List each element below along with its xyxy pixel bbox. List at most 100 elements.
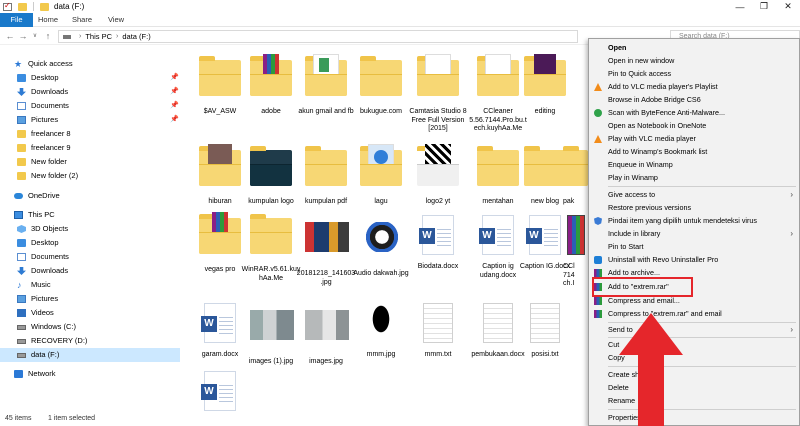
minimize-button[interactable]: — (728, 0, 752, 13)
menu-item-give-access[interactable]: Give access to › (589, 189, 799, 201)
menu-item-adobe-bridge[interactable]: Browse in Adobe Bridge CS6 (589, 94, 799, 106)
file-item[interactable]: Audio dakwah.jpg (351, 212, 411, 279)
file-item[interactable]: adobe (241, 54, 301, 117)
tab-view[interactable]: View (105, 13, 127, 27)
file-item[interactable]: W Biodata.docx (408, 212, 468, 272)
file-item[interactable]: posisi.txt (515, 300, 575, 360)
menu-item-delete[interactable]: Delete (589, 382, 799, 394)
nav-item-network[interactable]: Network (0, 367, 180, 381)
address-box[interactable]: › This PC › data (F:) (58, 30, 578, 43)
up-arrow-icon[interactable]: ↑ (43, 31, 53, 41)
menu-item-pin-quick-access[interactable]: Pin to Quick access (589, 68, 799, 80)
forward-arrow-icon[interactable]: → (18, 31, 28, 41)
nav-item-onedrive[interactable]: OneDrive (0, 189, 180, 203)
menu-separator (608, 366, 796, 367)
nav-item-pictures-pinned[interactable]: Pictures (0, 113, 180, 127)
file-item[interactable]: kumpulan logo (241, 144, 301, 207)
file-item[interactable]: mmm.jpg (351, 300, 411, 360)
nav-item-windows-c[interactable]: Windows (C:) (0, 320, 180, 334)
close-button[interactable]: ✕ (776, 0, 800, 13)
nav-item-3d-objects[interactable]: 3D Objects (0, 222, 180, 236)
file-item[interactable]: kumpulan pdf (296, 144, 356, 207)
file-item[interactable]: 20181218_141603.jpg (296, 212, 356, 287)
nav-item-new-folder[interactable]: New folder (0, 155, 180, 169)
revo-icon (594, 256, 602, 264)
nav-item-documents[interactable]: Documents (0, 250, 180, 264)
file-item[interactable]: images.jpg (296, 300, 356, 367)
file-item[interactable]: logo2 yt (408, 144, 468, 207)
menu-label: Rename (608, 396, 636, 405)
nav-item-quick-access[interactable]: ★ Quick access (0, 57, 180, 71)
nav-item-music[interactable]: ♪ Music (0, 278, 180, 292)
nav-item-data-f[interactable]: data (F:) (0, 348, 180, 362)
menu-item-winamp-enqueue[interactable]: Enqueue in Winamp (589, 159, 799, 171)
menu-item-compress-extrem-email[interactable]: Compress to "extrem.rar" and email (589, 308, 799, 320)
back-arrow-icon[interactable]: ← (5, 31, 15, 41)
menu-item-send-to[interactable]: Send to › (589, 324, 799, 336)
menu-item-vlc-playlist[interactable]: Add to VLC media player's Playlist (589, 81, 799, 93)
pin-icon[interactable]: 📌 (170, 101, 179, 109)
menu-item-properties[interactable]: Properties (589, 412, 799, 424)
menu-item-cut[interactable]: Cut (589, 339, 799, 351)
pictures-icon (17, 116, 26, 124)
menu-label: Play in Winamp (608, 173, 658, 182)
nav-item-freelancer-8[interactable]: freelancer 8 (0, 127, 180, 141)
menu-item-open-new-window[interactable]: Open in new window (589, 55, 799, 67)
nav-item-documents-pinned[interactable]: Documents (0, 99, 180, 113)
new-folder-quick-icon[interactable] (18, 2, 27, 11)
tab-home[interactable]: Home (36, 13, 60, 27)
menu-item-compress-email[interactable]: Compress and email... (589, 295, 799, 307)
pin-icon[interactable]: 📌 (170, 115, 179, 123)
file-item[interactable]: bukugue.com (351, 54, 411, 117)
vlc-icon (594, 135, 602, 143)
menu-item-rename[interactable]: Rename (589, 395, 799, 407)
menu-item-copy[interactable]: Copy (589, 352, 799, 364)
nav-item-desktop-pinned[interactable]: Desktop (0, 71, 180, 85)
menu-item-pin-start[interactable]: Pin to Start (589, 241, 799, 253)
nav-item-recovery-d[interactable]: RECOVERY (D:) (0, 334, 180, 348)
nav-item-pictures[interactable]: Pictures (0, 292, 180, 306)
menu-item-revo-uninstall[interactable]: Uninstall with Revo Uninstaller Pro (589, 254, 799, 266)
file-item[interactable]: CCl 714 ch.I (563, 212, 588, 289)
file-item[interactable]: lagu (351, 144, 411, 207)
menu-item-add-extrem-rar[interactable]: Add to "extrem.rar" (589, 281, 799, 293)
nav-item-desktop[interactable]: Desktop (0, 236, 180, 250)
nav-item-downloads-pinned[interactable]: Downloads (0, 85, 180, 99)
file-item[interactable]: akun gmail and fb (296, 54, 356, 117)
file-item[interactable]: WinRAR.v5.61.kuyhAa.Me (241, 212, 301, 283)
nav-item-this-pc[interactable]: This PC (0, 208, 180, 222)
menu-item-create-shortcut[interactable]: Create shortcut (589, 369, 799, 381)
pin-icon[interactable]: 📌 (170, 87, 179, 95)
nav-item-videos[interactable]: Videos (0, 306, 180, 320)
file-item[interactable]: Camtasia Studio 8 Free Full Version [201… (408, 54, 468, 134)
menu-item-scan-virus[interactable]: Pindai item yang dipilih untuk mendeteks… (589, 215, 799, 227)
menu-item-winamp-play[interactable]: Play in Winamp (589, 172, 799, 184)
menu-item-include-library[interactable]: Include in library › (589, 228, 799, 240)
properties-quick-icon[interactable] (3, 1, 12, 11)
menu-item-add-archive[interactable]: Add to archive... (589, 267, 799, 279)
menu-separator (608, 337, 796, 338)
tab-share[interactable]: Share (70, 13, 94, 27)
tab-file[interactable]: File (0, 13, 33, 27)
file-item[interactable]: images (1).jpg (241, 300, 301, 367)
nav-item-freelancer-9[interactable]: freelancer 9 (0, 141, 180, 155)
restore-button[interactable]: ❐ (752, 0, 776, 13)
file-item[interactable]: editing (515, 54, 575, 117)
menu-item-vlc-play[interactable]: Play with VLC media player (589, 133, 799, 145)
nav-label: Downloads (31, 87, 69, 96)
menu-item-onenote[interactable]: Open as Notebook in OneNote (589, 120, 799, 132)
text-file-icon (483, 303, 513, 343)
menu-item-restore-versions[interactable]: Restore previous versions (589, 202, 799, 214)
menu-item-bytefence[interactable]: Scan with ByteFence Anti-Malware... (589, 107, 799, 119)
file-item[interactable]: pak (563, 144, 588, 207)
nav-item-new-folder-2[interactable]: New folder (2) (0, 169, 180, 183)
folder-icon (40, 2, 49, 11)
menu-item-open[interactable]: Open (589, 42, 799, 54)
breadcrumb-data-f[interactable]: data (F:) (122, 32, 150, 41)
file-item[interactable]: mmm.txt (408, 300, 468, 360)
pin-icon[interactable]: 📌 (170, 73, 179, 81)
recent-dropdown-icon[interactable]: ∨ (30, 31, 40, 41)
breadcrumb-this-pc[interactable]: This PC (85, 32, 112, 41)
nav-item-downloads[interactable]: Downloads (0, 264, 180, 278)
menu-item-winamp-bookmark[interactable]: Add to Winamp's Bookmark list (589, 146, 799, 158)
